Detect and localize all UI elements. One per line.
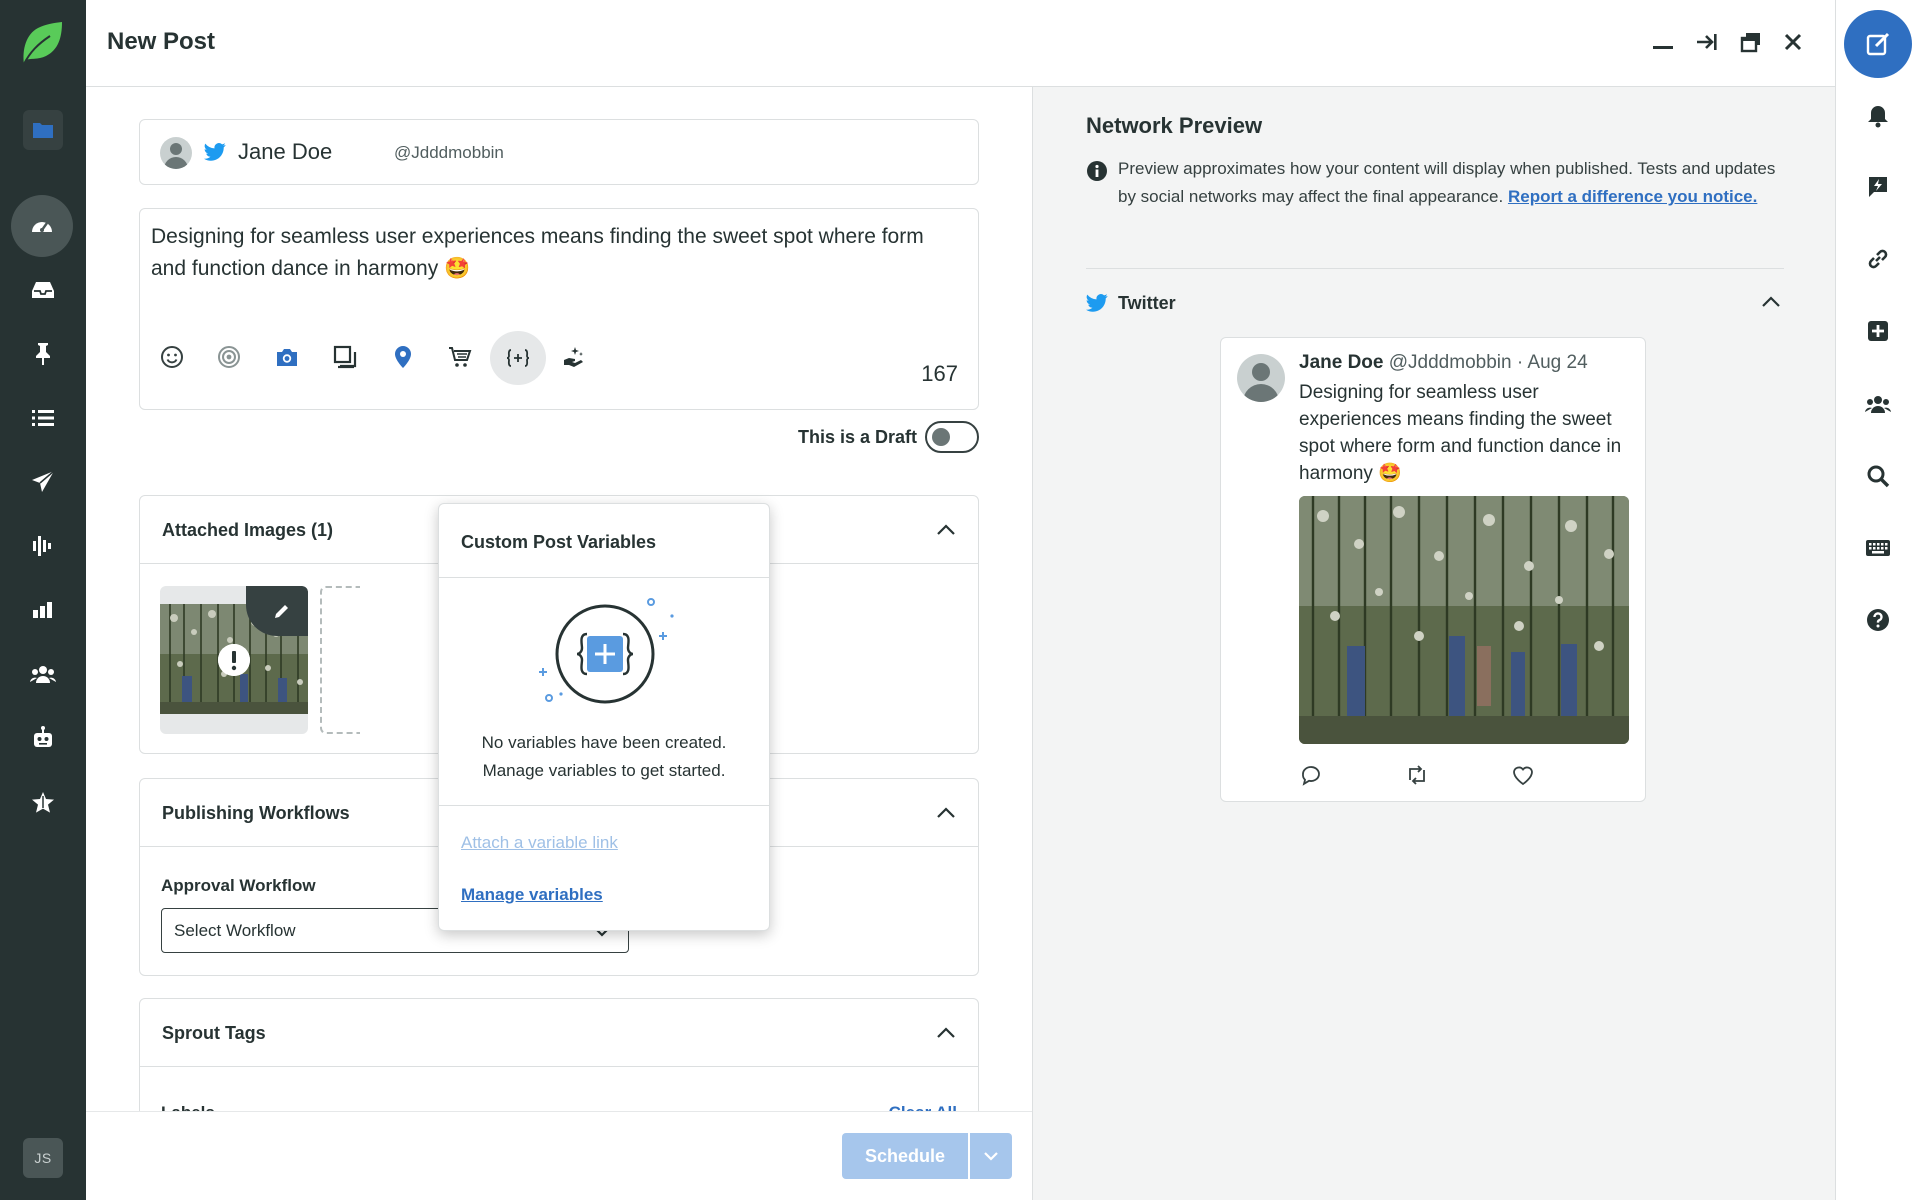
notifications-bell-icon[interactable] <box>1863 101 1893 131</box>
tweet-preview-card: Jane Doe @Jdddmobbin · Aug 24 Designing … <box>1220 337 1646 802</box>
page-title: New Post <box>107 28 216 55</box>
variables-illustration-icon <box>539 598 674 704</box>
nav-inbox-icon[interactable] <box>23 270 63 310</box>
profile-avatar <box>160 137 192 169</box>
info-icon <box>1087 161 1107 181</box>
emoji-icon[interactable] <box>156 341 188 373</box>
chevron-up-icon[interactable] <box>934 518 958 542</box>
empty-state-line1: No variables have been created. <box>481 733 727 752</box>
character-count: 167 <box>921 361 958 386</box>
tweet-header: Jane Doe @Jdddmobbin · Aug 24 <box>1299 352 1588 374</box>
tweet-image <box>1299 496 1629 744</box>
section-divider <box>140 1066 978 1067</box>
popover-divider <box>439 577 769 578</box>
keyboard-icon[interactable] <box>1863 533 1893 563</box>
nav-pin-icon[interactable] <box>23 334 63 374</box>
nav-reports-icon[interactable] <box>23 590 63 630</box>
chevron-up-icon[interactable] <box>1759 290 1783 314</box>
draft-toggle[interactable] <box>925 421 979 453</box>
report-difference-link[interactable]: Report a difference you notice. <box>1508 187 1757 206</box>
empty-state-text: No variables have been created. Manage v… <box>439 729 769 785</box>
twitter-bird-icon <box>1086 294 1108 312</box>
preview-title: Network Preview <box>1086 113 1263 138</box>
user-avatar[interactable]: JS <box>23 1138 63 1178</box>
profile-selector[interactable]: Jane Doe @Jdddmobbin <box>139 119 979 185</box>
team-icon[interactable] <box>1863 389 1893 419</box>
popover-title: Custom Post Variables <box>461 532 657 552</box>
media-library-icon[interactable] <box>329 341 361 373</box>
preview-info-text: Preview approximates how your content wi… <box>1118 155 1798 211</box>
sprout-logo-icon[interactable] <box>20 20 64 66</box>
warning-icon[interactable] <box>218 644 250 676</box>
profile-name: Jane Doe <box>238 139 333 164</box>
add-task-icon[interactable] <box>1863 316 1893 346</box>
chevron-down-icon <box>984 1152 998 1161</box>
popover-divider <box>439 805 769 806</box>
right-rail <box>1835 0 1920 1200</box>
like-heart-icon[interactable] <box>1511 763 1535 787</box>
nav-people-icon[interactable] <box>23 654 63 694</box>
reply-icon[interactable] <box>1299 763 1323 787</box>
pencil-icon <box>275 605 288 618</box>
empty-state-line2: Manage variables to get started. <box>482 761 726 780</box>
collapse-to-side-icon[interactable] <box>1693 28 1721 56</box>
close-icon[interactable] <box>1779 28 1807 56</box>
camera-icon[interactable] <box>271 341 303 373</box>
retweet-icon[interactable] <box>1405 763 1429 787</box>
compose-button[interactable] <box>1844 10 1912 78</box>
manage-variables-link[interactable]: Manage variables <box>461 885 603 905</box>
minimize-icon[interactable] <box>1649 28 1677 56</box>
nav-listening-icon[interactable] <box>23 526 63 566</box>
toggle-knob <box>932 428 950 446</box>
nav-star-icon[interactable] <box>23 782 63 822</box>
workflow-select-value: Select Workflow <box>174 921 296 940</box>
schedule-options-button[interactable] <box>970 1133 1012 1179</box>
add-media-slot[interactable] <box>320 586 360 734</box>
network-preview-panel: Network Preview Preview approximates how… <box>1032 87 1835 1200</box>
shopping-cart-icon[interactable] <box>444 341 476 373</box>
message-editor[interactable]: Designing for seamless user experiences … <box>139 208 979 410</box>
compose-icon <box>1866 32 1890 56</box>
approval-workflow-label: Approval Workflow <box>161 876 316 895</box>
preview-network-name: Twitter <box>1118 293 1176 313</box>
nav-list-icon[interactable] <box>23 398 63 438</box>
sprout-tags-title: Sprout Tags <box>162 1023 266 1043</box>
left-nav: JS <box>0 0 86 1200</box>
twitter-bird-icon <box>204 143 226 161</box>
ai-assist-hand-icon[interactable] <box>558 341 590 373</box>
nav-folder-icon[interactable] <box>23 110 63 150</box>
tweet-date: · Aug 24 <box>1516 352 1588 373</box>
schedule-button[interactable]: Schedule <box>842 1133 968 1179</box>
link-icon[interactable] <box>1863 244 1893 274</box>
nav-send-icon[interactable] <box>23 462 63 502</box>
tweet-avatar <box>1237 354 1285 402</box>
attach-variable-link[interactable]: Attach a variable link <box>461 833 618 853</box>
popout-icon[interactable] <box>1737 28 1765 56</box>
composer-footer: Schedule <box>86 1111 1032 1200</box>
chevron-up-icon[interactable] <box>934 1021 958 1045</box>
nav-bot-icon[interactable] <box>23 718 63 758</box>
message-text[interactable]: Designing for seamless user experiences … <box>151 221 961 285</box>
help-icon[interactable] <box>1863 605 1893 635</box>
attached-images-title: Attached Images (1) <box>162 520 334 540</box>
tweet-author-handle: @Jdddmobbin <box>1388 352 1512 373</box>
publishing-workflows-title: Publishing Workflows <box>162 803 350 823</box>
custom-variables-popover: Custom Post Variables No variables have … <box>438 503 770 931</box>
tweet-text: Designing for seamless user experiences … <box>1299 382 1622 484</box>
draft-toggle-label: This is a Draft <box>798 427 918 447</box>
preview-divider <box>1086 268 1784 269</box>
attached-image-thumbnail[interactable] <box>160 586 308 734</box>
composer-panel: Jane Doe @Jdddmobbin Designing for seaml… <box>86 87 1032 1200</box>
tweet-author-name: Jane Doe <box>1299 352 1384 373</box>
profile-handle: @Jdddmobbin <box>394 143 504 162</box>
compose-header: New Post <box>86 0 1835 87</box>
chevron-up-icon[interactable] <box>934 801 958 825</box>
targeting-icon[interactable] <box>213 341 245 373</box>
custom-variables-icon[interactable] <box>490 331 546 385</box>
nav-dashboard-icon[interactable] <box>11 195 73 257</box>
search-icon[interactable] <box>1863 461 1893 491</box>
messages-bolt-icon[interactable] <box>1863 172 1893 202</box>
location-pin-icon[interactable] <box>387 341 419 373</box>
